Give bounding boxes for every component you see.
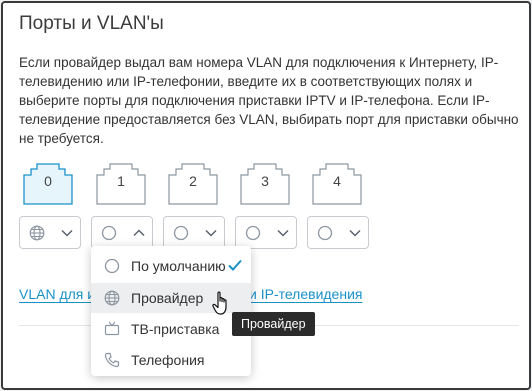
menu-item-default[interactable]: По умолчанию — [91, 251, 251, 281]
circle-icon — [104, 258, 120, 274]
port-label: 2 — [189, 173, 197, 189]
port-2-select[interactable] — [163, 216, 225, 249]
description-text: Если провайдер выдал вам номера VLAN для… — [19, 55, 519, 146]
chevron-down-icon — [205, 229, 217, 237]
page-title: Порты и VLAN'ы — [19, 13, 164, 34]
circle-icon — [173, 225, 189, 241]
menu-item-label: Телефония — [131, 352, 205, 368]
port-label: 1 — [117, 173, 125, 189]
port-label: 3 — [261, 173, 269, 189]
ports-vlan-panel: Порты и VLAN'ы Если провайдер выдал вам … — [1, 1, 531, 390]
vlan-settings-link-tail[interactable]: и IP-телевидения — [249, 286, 362, 302]
chevron-down-icon — [61, 229, 73, 237]
menu-item-label: По умолчанию — [131, 258, 226, 274]
tooltip: Провайдер — [232, 312, 315, 336]
chevron-up-icon — [133, 229, 145, 237]
vlan-settings-link[interactable]: VLAN для и — [19, 286, 95, 302]
circle-icon — [245, 225, 261, 241]
menu-item-label: ТВ-приставка — [131, 321, 220, 337]
port-2-icon[interactable]: 2 — [168, 163, 218, 205]
port-label: 0 — [44, 173, 52, 189]
port-4-select[interactable] — [307, 216, 369, 249]
checkmark-icon — [228, 259, 242, 271]
port-1-icon[interactable]: 1 — [96, 163, 146, 205]
port-label: 4 — [333, 173, 341, 189]
globe-icon — [29, 225, 45, 241]
port-4-icon[interactable]: 4 — [312, 163, 362, 205]
tv-icon — [104, 321, 120, 336]
port-3-icon[interactable]: 3 — [240, 163, 290, 205]
chevron-down-icon — [277, 229, 289, 237]
menu-item-tv-box[interactable]: ТВ-приставка — [91, 314, 251, 344]
circle-icon — [317, 225, 333, 241]
port-0-icon[interactable]: 0 — [23, 163, 73, 205]
menu-item-label: Провайдер — [131, 290, 204, 306]
phone-icon — [104, 352, 120, 368]
chevron-down-icon — [349, 229, 361, 237]
port-1-select[interactable] — [91, 216, 153, 249]
menu-item-telephony[interactable]: Телефония — [91, 345, 251, 375]
port-3-select[interactable] — [235, 216, 297, 249]
hand-cursor-icon — [212, 291, 227, 315]
port-0-select[interactable] — [19, 216, 81, 249]
circle-icon — [101, 225, 117, 241]
globe-icon — [104, 290, 120, 306]
